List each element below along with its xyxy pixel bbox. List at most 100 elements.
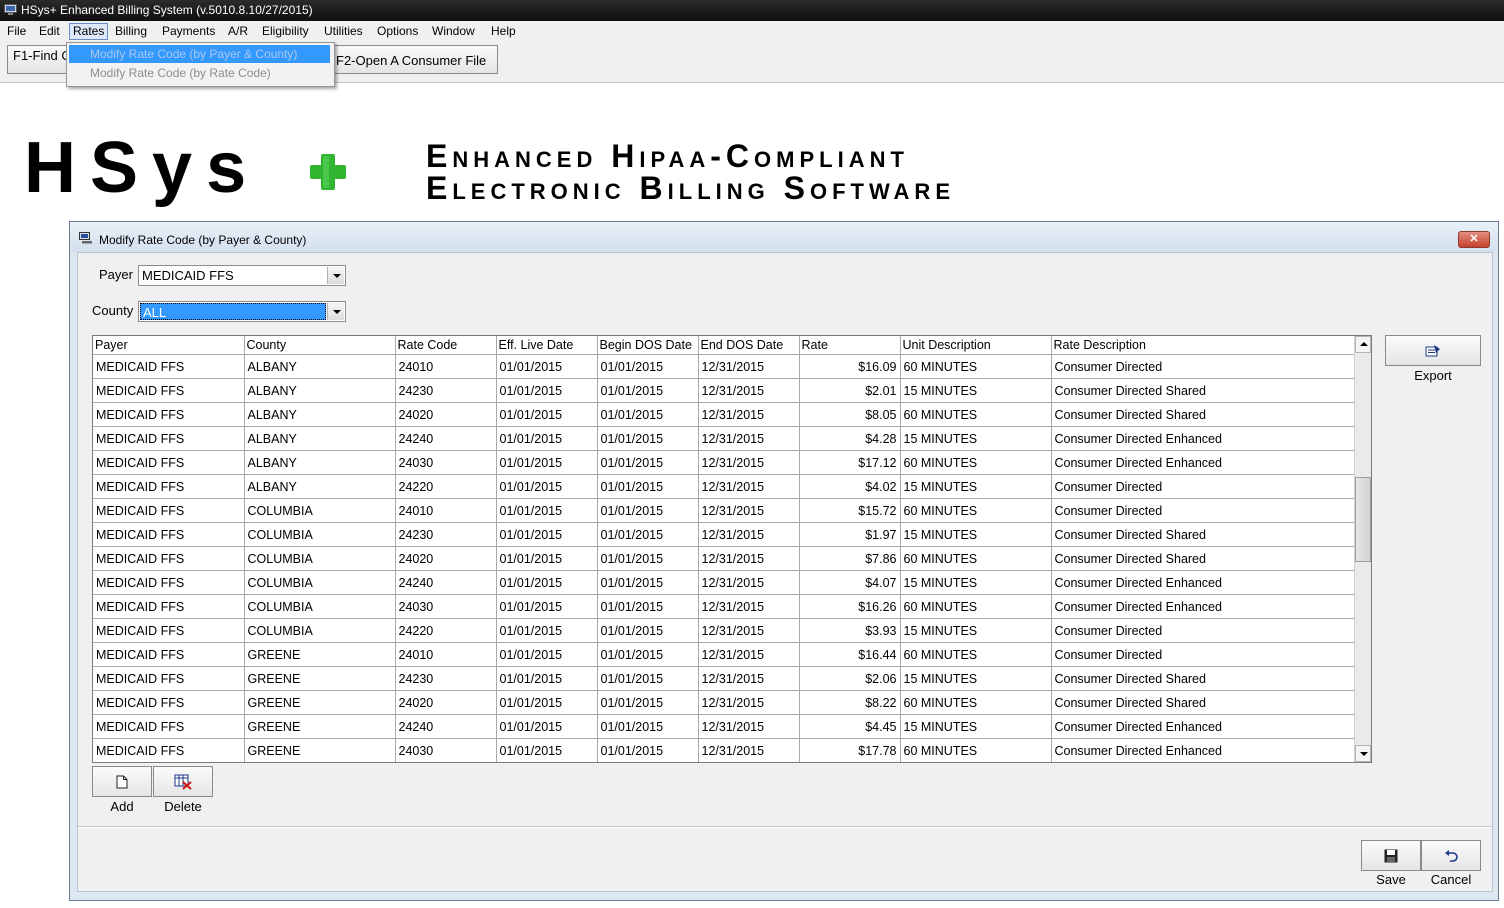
table-cell: MEDICAID FFS bbox=[93, 378, 245, 403]
chevron-down-icon[interactable] bbox=[327, 303, 344, 320]
delete-button[interactable] bbox=[153, 766, 213, 797]
table-cell: 01/01/2015 bbox=[496, 714, 598, 739]
table-cell: Consumer Directed Enhanced bbox=[1051, 594, 1356, 619]
column-header[interactable]: Rate Description bbox=[1051, 336, 1356, 355]
open-consumer-file-button[interactable]: F2-Open A Consumer File bbox=[330, 45, 498, 74]
chevron-down-icon[interactable] bbox=[327, 267, 344, 284]
table-row[interactable]: MEDICAID FFS COLUMBIA 24220 01/01/2015 01/01… bbox=[93, 618, 1356, 643]
table-cell: $4.45 bbox=[799, 714, 901, 739]
table-cell: $16.44 bbox=[799, 642, 901, 667]
table-cell: 01/01/2015 bbox=[597, 738, 699, 762]
table-cell: MEDICAID FFS bbox=[93, 594, 245, 619]
table-cell: 01/01/2015 bbox=[496, 738, 598, 762]
table-cell: GREENE bbox=[244, 690, 396, 715]
menu-payments[interactable]: Payments bbox=[159, 24, 218, 39]
table-cell: 12/31/2015 bbox=[698, 618, 800, 643]
table-cell: 12/31/2015 bbox=[698, 714, 800, 739]
tagline-line-1: Enhanced Hipaa-Compliant bbox=[426, 138, 909, 174]
table-row[interactable]: MEDICAID FFS ALBANY 24240 01/01/2015 01/01/2… bbox=[93, 426, 1356, 451]
menu-window[interactable]: Window bbox=[429, 24, 478, 39]
undo-icon bbox=[1445, 849, 1458, 862]
table-row[interactable]: MEDICAID FFS ALBANY 24020 01/01/2015 01/01/2… bbox=[93, 402, 1356, 427]
table-cell: MEDICAID FFS bbox=[93, 354, 245, 379]
menu-item-modify-rate-by-payer-county[interactable]: Modify Rate Code (by Payer & County) bbox=[69, 45, 330, 63]
column-header[interactable]: Unit Description bbox=[900, 336, 1052, 355]
menu-rates[interactable]: Rates bbox=[69, 23, 109, 40]
menu-billing[interactable]: Billing bbox=[112, 24, 150, 39]
column-header[interactable]: Rate bbox=[799, 336, 901, 355]
column-header[interactable]: Eff. Live Date bbox=[496, 336, 598, 355]
table-cell: 12/31/2015 bbox=[698, 546, 800, 571]
menu-ar[interactable]: A/R bbox=[225, 24, 251, 39]
window-title: HSys+ Enhanced Billing System (v.5010.8.… bbox=[21, 3, 313, 17]
column-header[interactable]: County bbox=[244, 336, 396, 355]
table-cell: Consumer Directed bbox=[1051, 642, 1356, 667]
table-row[interactable]: MEDICAID FFS COLUMBIA 24230 01/01/2015 01/01… bbox=[93, 522, 1356, 547]
grid-header-row: Payer County Rate Code Eff. Live Date Begin … bbox=[93, 336, 1356, 355]
rate-code-grid[interactable]: Payer County Rate Code Eff. Live Date Begin … bbox=[92, 335, 1372, 763]
table-row[interactable]: MEDICAID FFS GREENE 24030 01/01/2015 01/01/2… bbox=[93, 738, 1356, 762]
table-cell: 60 MINUTES bbox=[900, 642, 1052, 667]
scroll-down-button[interactable] bbox=[1355, 745, 1371, 762]
menu-file[interactable]: File bbox=[4, 24, 29, 39]
table-cell: Consumer Directed Enhanced bbox=[1051, 738, 1356, 762]
table-cell: MEDICAID FFS bbox=[93, 450, 245, 475]
table-cell: ALBANY bbox=[244, 474, 396, 499]
menu-eligibility[interactable]: Eligibility bbox=[259, 24, 312, 39]
table-cell: $17.78 bbox=[799, 738, 901, 762]
table-row[interactable]: MEDICAID FFS GREENE 24240 01/01/2015 01/01/2… bbox=[93, 714, 1356, 739]
table-cell: 01/01/2015 bbox=[597, 354, 699, 379]
table-row[interactable]: MEDICAID FFS COLUMBIA 24010 01/01/2015 01/01… bbox=[93, 498, 1356, 523]
column-header[interactable]: Begin DOS Date bbox=[597, 336, 699, 355]
table-row[interactable]: MEDICAID FFS ALBANY 24230 01/01/2015 01/01/2… bbox=[93, 378, 1356, 403]
payer-select[interactable]: MEDICAID FFS bbox=[138, 265, 346, 286]
table-cell: 01/01/2015 bbox=[496, 354, 598, 379]
table-row[interactable]: MEDICAID FFS GREENE 24230 01/01/2015 01/01/2… bbox=[93, 666, 1356, 691]
table-row[interactable]: MEDICAID FFS COLUMBIA 24240 01/01/2015 01/01… bbox=[93, 570, 1356, 595]
table-cell: $16.09 bbox=[799, 354, 901, 379]
table-cell: ALBANY bbox=[244, 450, 396, 475]
column-header[interactable]: Payer bbox=[93, 336, 245, 355]
menu-utilities[interactable]: Utilities bbox=[321, 24, 366, 39]
add-button[interactable] bbox=[92, 766, 152, 797]
table-row[interactable]: MEDICAID FFS COLUMBIA 24030 01/01/2015 01/01… bbox=[93, 594, 1356, 619]
table-cell: $17.12 bbox=[799, 450, 901, 475]
table-cell: 01/01/2015 bbox=[597, 594, 699, 619]
table-cell: 24010 bbox=[395, 498, 497, 523]
table-cell: 15 MINUTES bbox=[900, 618, 1052, 643]
table-cell: COLUMBIA bbox=[244, 570, 396, 595]
cancel-button[interactable] bbox=[1421, 840, 1481, 871]
table-cell: 60 MINUTES bbox=[900, 450, 1052, 475]
save-button[interactable] bbox=[1361, 840, 1421, 871]
menu-edit[interactable]: Edit bbox=[36, 24, 63, 39]
close-button[interactable]: ✕ bbox=[1458, 231, 1490, 248]
table-row[interactable]: MEDICAID FFS GREENE 24020 01/01/2015 01/01/2… bbox=[93, 690, 1356, 715]
table-cell: $1.97 bbox=[799, 522, 901, 547]
column-header[interactable]: Rate Code bbox=[395, 336, 497, 355]
table-row[interactable]: MEDICAID FFS COLUMBIA 24020 01/01/2015 01/01… bbox=[93, 546, 1356, 571]
county-select[interactable]: ALL bbox=[138, 301, 346, 322]
table-row[interactable]: MEDICAID FFS ALBANY 24010 01/01/2015 01/01/2… bbox=[93, 354, 1356, 379]
table-cell: $16.26 bbox=[799, 594, 901, 619]
table-cell: ALBANY bbox=[244, 378, 396, 403]
table-cell: 24240 bbox=[395, 714, 497, 739]
rates-dropdown-menu: Modify Rate Code (by Payer & County) Mod… bbox=[66, 42, 335, 87]
menu-item-modify-rate-by-rate-code[interactable]: Modify Rate Code (by Rate Code) bbox=[69, 64, 330, 82]
floppy-disk-icon bbox=[1384, 849, 1398, 862]
table-cell: GREENE bbox=[244, 738, 396, 762]
vertical-scrollbar[interactable] bbox=[1354, 336, 1371, 762]
table-cell: 01/01/2015 bbox=[597, 618, 699, 643]
scroll-thumb[interactable] bbox=[1355, 477, 1371, 562]
scroll-up-button[interactable] bbox=[1355, 336, 1371, 353]
column-header[interactable]: End DOS Date bbox=[698, 336, 800, 355]
table-row[interactable]: MEDICAID FFS ALBANY 24220 01/01/2015 01/01/2… bbox=[93, 474, 1356, 499]
menu-options[interactable]: Options bbox=[374, 24, 421, 39]
table-row[interactable]: MEDICAID FFS GREENE 24010 01/01/2015 01/01/2… bbox=[93, 642, 1356, 667]
computer-icon bbox=[79, 232, 92, 244]
export-button[interactable] bbox=[1385, 335, 1481, 366]
table-row[interactable]: MEDICAID FFS ALBANY 24030 01/01/2015 01/01/2… bbox=[93, 450, 1356, 475]
table-cell: 24230 bbox=[395, 522, 497, 547]
delete-icon bbox=[174, 774, 192, 790]
table-cell: 01/01/2015 bbox=[496, 618, 598, 643]
menu-help[interactable]: Help bbox=[488, 24, 519, 39]
